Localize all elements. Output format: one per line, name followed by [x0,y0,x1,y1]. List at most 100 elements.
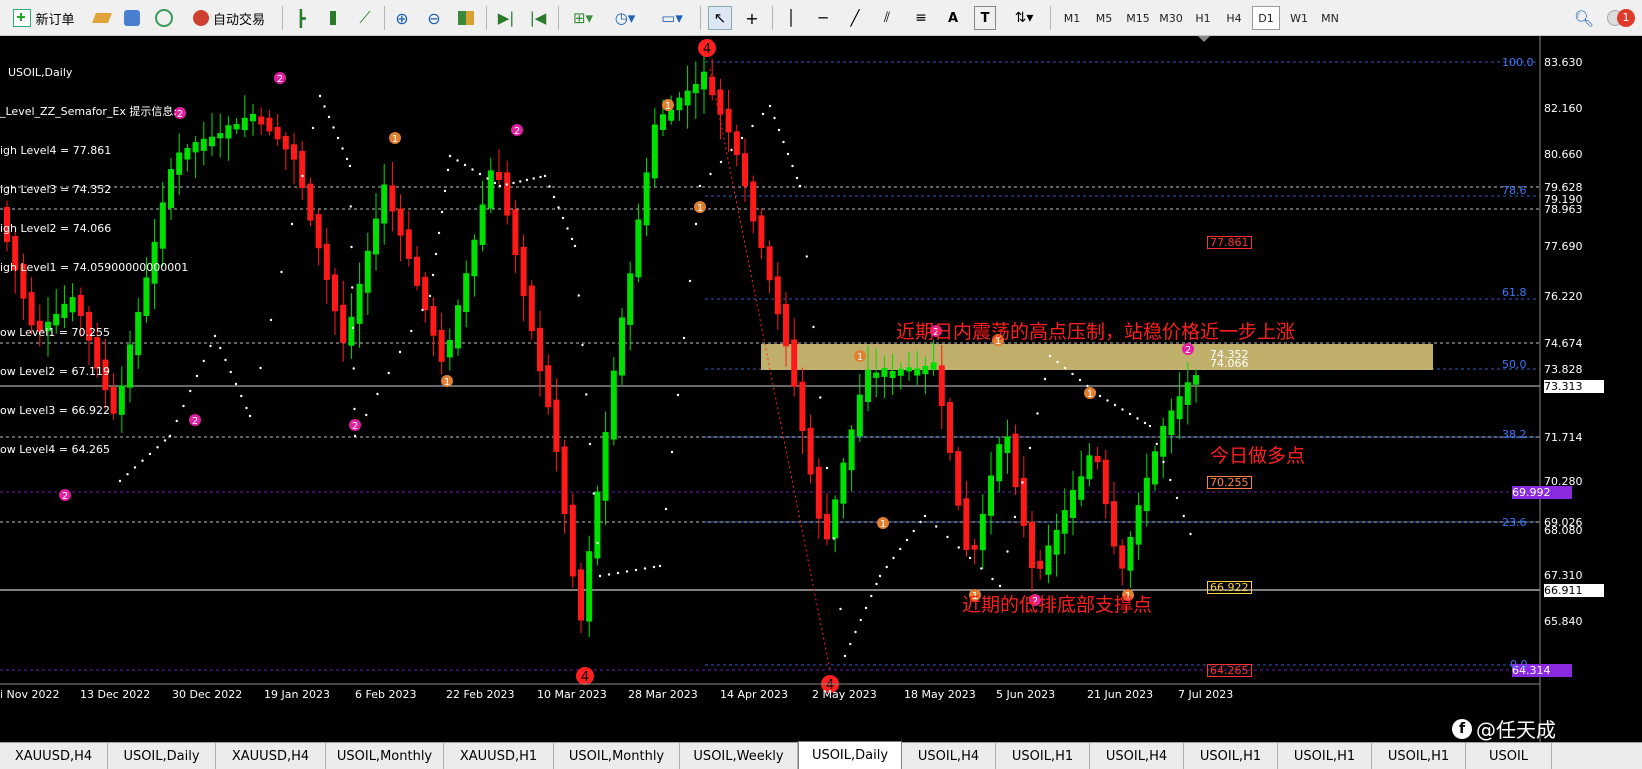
candle-body [922,365,929,375]
candle-body [1176,396,1183,420]
new-order-button[interactable]: 新订单 [4,6,84,30]
autoscroll-button[interactable]: ▶| [494,6,518,30]
tf-m30[interactable]: M30 [1156,6,1186,30]
chart-tab[interactable]: USOIL,Daily [108,743,216,769]
sar-dot [421,308,424,312]
chart-tab[interactable]: USOIL,H4 [902,743,996,769]
fibo-button[interactable]: ≡ [908,6,934,30]
candle-body [1152,451,1158,485]
sar-dot [1043,377,1047,381]
candle-chart-button[interactable] [322,6,344,30]
periods-button[interactable]: ◷▾ [608,6,642,30]
sar-dot [1128,412,1132,416]
tf-w1[interactable]: W1 [1285,6,1313,30]
candle-body [1135,505,1142,545]
sar-dot [336,136,340,140]
bar-chart-button[interactable]: ┣ [290,6,312,30]
search-button[interactable]: 🔍︎ [1572,6,1596,30]
zoom-out-icon: ⊖ [427,8,441,28]
date-label: 22 Feb 2023 [446,688,515,701]
tf-m15[interactable]: M15 [1123,6,1153,30]
semafor-label: 2 [277,74,283,85]
sar-dot [892,556,895,560]
chart-tab[interactable]: XAUUSD,H1 [444,743,554,769]
candle-body [397,208,404,236]
tf-d1[interactable]: D1 [1252,6,1280,30]
text-button[interactable]: A [942,6,964,30]
chart-shift-button[interactable]: |◀ [526,6,550,30]
channel-button[interactable]: ⫽ [874,6,900,30]
gold-button[interactable] [90,6,114,30]
sar-dot [280,270,283,274]
candle-body [209,136,215,147]
tf-h1[interactable]: H1 [1189,6,1217,30]
sar-dot [919,520,922,524]
line-chart-button[interactable]: ⟋ [354,6,376,30]
arrows-icon: ⇅▾ [1014,10,1034,26]
candle-body [725,108,732,133]
cursor-button[interactable]: ↖ [708,6,732,30]
hline-button[interactable]: ─ [812,6,834,30]
sar-dot [849,642,852,646]
chart-tab[interactable]: USOIL,H1 [1184,743,1278,769]
chart-tab[interactable]: USOIL [1466,743,1552,769]
chart-tab[interactable]: USOIL,H1 [996,743,1090,769]
chart-tab[interactable]: USOIL,Daily [798,741,902,769]
zoom-out-button[interactable]: ⊖ [422,6,446,30]
chart-tab[interactable]: USOIL,Monthly [554,743,680,769]
notification-button[interactable]: 1 [1604,6,1638,30]
tf-m5[interactable]: M5 [1090,6,1118,30]
trendline-button[interactable]: ╱ [844,6,866,30]
tf-m1[interactable]: M1 [1058,6,1086,30]
market-watch-icon [124,10,140,26]
chart-tab[interactable]: USOIL,H1 [1372,743,1466,769]
sar-dot [819,396,822,399]
fib-level-label: 61.8 [1502,286,1527,299]
chart-tab[interactable]: XAUUSD,H4 [216,743,326,769]
candle-body [742,153,748,187]
search-icon: 🔍︎ [1573,8,1595,28]
chart-tab[interactable]: XAUUSD,H4 [0,743,108,769]
sar-dot [365,413,368,417]
tf-h4[interactable]: H4 [1220,6,1248,30]
sar-dot [634,568,638,572]
sar-dot [341,147,344,150]
chart-tab[interactable]: USOIL,Weekly [680,743,798,769]
candle-body [1037,560,1044,569]
note-support: 近期的低排底部支撑点 [962,594,1153,616]
sar-dot [352,367,355,370]
indicators-button[interactable]: ⊞▾ [566,6,600,30]
templates-button[interactable]: ▭▾ [652,6,692,30]
indicator-info: USOIL,Daily _Level_ZZ_Semafor_Ex 提示信息: i… [0,40,188,482]
arrows-button[interactable]: ⇅▾ [1006,6,1042,30]
candle-body [791,339,798,387]
semafor-label: 4 [581,670,589,685]
chart-tab[interactable]: USOIL,H1 [1278,743,1372,769]
candle-body [701,71,707,90]
chart-area[interactable]: 2212141221244121112112 USOIL,Daily _Leve… [0,36,1642,742]
tf-mn[interactable]: MN [1316,6,1344,30]
chart-tab[interactable]: USOIL,Monthly [326,743,444,769]
vline-button[interactable]: │ [780,6,802,30]
price-label: 73.313 [1544,380,1604,393]
tile-button[interactable] [454,6,478,30]
zoom-in-button[interactable]: ⊕ [390,6,414,30]
sar-dot [349,205,352,208]
crosshair-button[interactable]: + [740,6,764,30]
autotrade-button[interactable]: 自动交易 [184,6,274,30]
chart-tab[interactable]: USOIL,H4 [1090,743,1184,769]
tile-icon [458,11,474,25]
sar-dot [1056,360,1059,364]
market-watch-button[interactable] [120,6,144,30]
sar-dot [596,541,599,545]
sar-dot [688,279,692,283]
price-label: 77.690 [1544,240,1583,253]
sar-dot [670,450,674,454]
candle-body [988,475,994,516]
signal-button[interactable] [152,6,176,30]
sar-dot [259,366,262,370]
candle-body [930,362,937,370]
semafor-label: 2 [192,416,198,427]
line-chart-icon: ⟋ [359,8,371,27]
label-button[interactable]: T [974,6,996,30]
